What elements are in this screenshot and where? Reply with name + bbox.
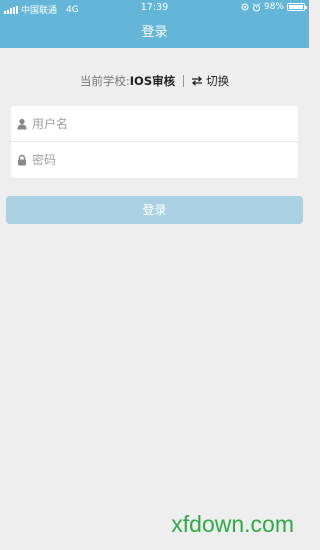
swap-arrows-icon [192, 76, 203, 86]
rotation-lock-icon [241, 3, 249, 11]
school-divider [183, 75, 185, 87]
username-input[interactable] [32, 116, 272, 131]
password-row [11, 142, 298, 178]
battery-fill [289, 5, 303, 9]
battery-percent: 98% [263, 2, 284, 12]
lock-icon [18, 154, 26, 166]
header-bar: 中国联通 4G 17:39 98% 登录 [0, 0, 309, 48]
page-title: 登录 [141, 25, 168, 40]
school-row: 当前学校: IOS审核 切换 [0, 72, 309, 90]
battery-icon [287, 3, 307, 11]
alarm-icon [252, 2, 261, 12]
status-right: 98% [241, 2, 307, 12]
password-input[interactable] [32, 153, 272, 167]
user-icon [17, 118, 27, 129]
school-name: IOS审核 [129, 74, 176, 88]
login-form [11, 106, 298, 178]
watermark: xfdown.com [171, 511, 294, 537]
switch-school-button[interactable]: 切换 [191, 73, 229, 89]
status-bar: 中国联通 4G 17:39 98% [0, 0, 309, 16]
username-row [11, 106, 298, 142]
school-label: 当前学校: [79, 74, 130, 88]
switch-label: 切换 [206, 74, 230, 88]
login-button[interactable]: 登录 [6, 196, 303, 224]
